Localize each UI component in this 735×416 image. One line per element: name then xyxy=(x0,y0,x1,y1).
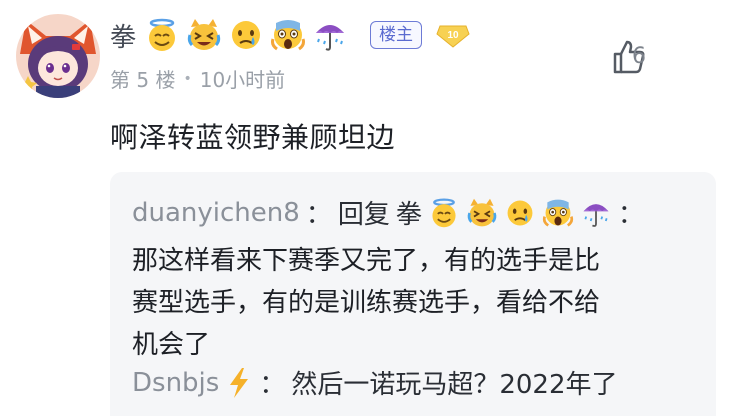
reply-header: duanyichen8 ： 回复 拳 ： xyxy=(132,194,644,231)
reply-prefix: 回复 xyxy=(337,200,390,230)
reply-separator: ： xyxy=(617,200,644,230)
avatar-image xyxy=(16,14,100,98)
umbrella-rain-icon xyxy=(583,203,609,227)
username[interactable]: 拳 xyxy=(110,17,136,54)
screaming-face-icon xyxy=(271,20,306,51)
username-row: 拳 楼主 10 xyxy=(110,14,470,56)
meta-separator: • xyxy=(183,70,192,87)
lightning-icon xyxy=(230,367,249,398)
sad-relieved-face-icon xyxy=(232,21,261,49)
reply-item: Dsnbjs ： 然后一诺玩马超？2022年了 xyxy=(132,364,618,401)
avatar[interactable] xyxy=(16,14,100,98)
smiling-face-with-halo-icon xyxy=(432,198,456,227)
floor-number: 第 5 楼 xyxy=(110,68,176,92)
reply-text: 然后一诺玩马超？2022年了 xyxy=(291,370,618,400)
reply-box[interactable]: duanyichen8 ： 回复 拳 ： 那这样看来下赛季又完了，有的选手是比 … xyxy=(110,172,716,416)
reply-text: 那这样看来下赛季又完了，有的选手是比 赛型选手，有的是训练赛选手，看给不给 机会… xyxy=(132,240,692,366)
smiling-face-with-halo-icon xyxy=(149,18,176,51)
reply-text-line: 赛型选手，有的是训练赛选手，看给不给 xyxy=(132,288,601,318)
crying-cat-icon xyxy=(187,19,221,50)
op-badge: 楼主 xyxy=(370,21,423,49)
reply-text-line: 那这样看来下赛季又完了，有的选手是比 xyxy=(132,246,601,276)
reply-author[interactable]: duanyichen8 xyxy=(132,198,300,228)
crying-cat-icon xyxy=(467,198,497,226)
comment-card: 拳 楼主 10 第 5 楼 • 10小时前 6 啊泽转蓝领野兼顾坦边 duany… xyxy=(0,0,735,416)
comment-time: 10小时前 xyxy=(199,68,286,92)
umbrella-rain-icon xyxy=(316,25,345,51)
reply-to-user[interactable]: 拳 xyxy=(396,194,422,231)
reply-separator: ： xyxy=(259,370,286,400)
screaming-face-icon xyxy=(542,199,573,227)
level-number: 10 xyxy=(447,30,459,41)
comment-meta: 第 5 楼 • 10小时前 xyxy=(110,64,285,93)
reply-text-line: 机会了 xyxy=(132,330,211,360)
comment-content: 啊泽转蓝领野兼顾坦边 xyxy=(110,121,396,154)
reply-author[interactable]: Dsnbjs xyxy=(132,368,219,398)
like-count: 6 xyxy=(632,44,646,69)
reply-separator: ： xyxy=(305,200,332,230)
sad-relieved-face-icon xyxy=(507,200,533,225)
level-badge-icon: 10 xyxy=(436,25,470,48)
